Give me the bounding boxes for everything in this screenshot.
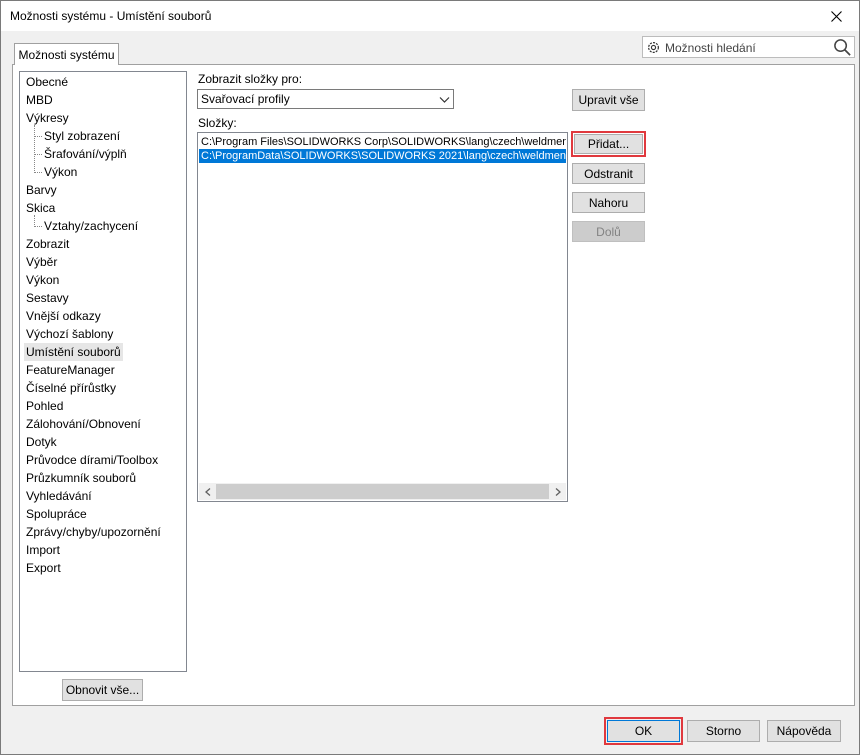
- search-input[interactable]: Možnosti hledání: [642, 36, 855, 58]
- tree-item[interactable]: Dotyk: [24, 433, 59, 451]
- chevron-down-icon: [439, 97, 450, 103]
- window-title: Možnosti systému - Umístění souborů: [10, 9, 212, 23]
- tree-item[interactable]: Zprávy/chyby/upozornění: [24, 523, 163, 541]
- tree-item[interactable]: Pohled: [24, 397, 65, 415]
- tree-item[interactable]: Vyhledávání: [24, 487, 94, 505]
- title-bar: Možnosti systému - Umístění souborů: [1, 1, 859, 31]
- tree-connector: [34, 136, 42, 137]
- close-button[interactable]: [814, 1, 859, 31]
- tree-item[interactable]: FeatureManager: [24, 361, 117, 379]
- tree-item[interactable]: Zobrazit: [24, 235, 71, 253]
- ok-button[interactable]: OK: [604, 717, 683, 745]
- move-down-button: Dolů: [572, 221, 645, 242]
- tree-subitem[interactable]: Vztahy/zachycení: [42, 217, 140, 235]
- tree-item[interactable]: Obecné: [24, 73, 70, 91]
- list-item-selected[interactable]: C:\ProgramData\SOLIDWORKS\SOLIDWORKS 202…: [199, 149, 566, 163]
- search-placeholder: Možnosti hledání: [665, 41, 756, 55]
- tree-item[interactable]: MBD: [24, 91, 55, 109]
- scroll-thumb[interactable]: [216, 484, 549, 499]
- tree-item[interactable]: Import: [24, 541, 62, 559]
- close-icon: [831, 10, 842, 22]
- folder-type-select[interactable]: Svařovací profily: [197, 89, 454, 109]
- tree-connector: [34, 172, 42, 173]
- scroll-left-button[interactable]: [199, 483, 216, 500]
- folders-label: Složky:: [198, 116, 237, 130]
- tree-item[interactable]: Export: [24, 559, 63, 577]
- add-folder-button[interactable]: Přidat...: [571, 131, 646, 157]
- show-folders-label: Zobrazit složky pro:: [198, 72, 303, 86]
- tree-item[interactable]: Výkon: [24, 271, 61, 289]
- tree-item[interactable]: Výběr: [24, 253, 59, 271]
- tree-item[interactable]: Vnější odkazy: [24, 307, 103, 325]
- tree-item[interactable]: Spolupráce: [24, 505, 89, 523]
- scroll-right-button[interactable]: [549, 483, 566, 500]
- options-tree[interactable]: Obecné MBD Výkresy Styl zobrazení Šrafování/…: [19, 71, 187, 672]
- tree-item[interactable]: Umístění souborů: [24, 343, 123, 361]
- options-dialog: Možnosti systému - Umístění souborů Možn…: [0, 0, 860, 755]
- tree-item[interactable]: Sestavy: [24, 289, 71, 307]
- tree-connector: [34, 215, 35, 225]
- horizontal-scrollbar[interactable]: [199, 483, 566, 500]
- list-item[interactable]: C:\Program Files\SOLIDWORKS Corp\SOLIDWO…: [199, 135, 566, 149]
- move-up-button[interactable]: Nahoru: [572, 192, 645, 213]
- folder-type-value: Svařovací profily: [201, 92, 290, 106]
- tree-item[interactable]: Skica: [24, 199, 57, 217]
- tree-connector: [34, 125, 35, 171]
- search-icon[interactable]: [833, 38, 852, 57]
- help-button[interactable]: Nápověda: [767, 720, 841, 742]
- cancel-button[interactable]: Storno: [687, 720, 760, 742]
- tree-item[interactable]: Barvy: [24, 181, 59, 199]
- tree-subitem[interactable]: Výkon: [42, 163, 79, 181]
- reset-all-button[interactable]: Obnovit vše...: [62, 679, 143, 701]
- tree-item[interactable]: Průzkumník souborů: [24, 469, 138, 487]
- tree-item[interactable]: Výchozí šablony: [24, 325, 115, 343]
- tree-subitem[interactable]: Styl zobrazení: [42, 127, 122, 145]
- tab-system-options[interactable]: Možnosti systému: [14, 43, 119, 65]
- tree-subitem[interactable]: Šrafování/výplň: [42, 145, 129, 163]
- tree-item[interactable]: Číselné přírůstky: [24, 379, 118, 397]
- gear-icon: [648, 42, 659, 53]
- chevron-right-icon: [555, 487, 561, 496]
- folders-list[interactable]: C:\Program Files\SOLIDWORKS Corp\SOLIDWO…: [197, 132, 568, 502]
- tree-connector: [34, 226, 42, 227]
- remove-folder-button[interactable]: Odstranit: [572, 163, 645, 184]
- edit-all-button[interactable]: Upravit vše: [572, 89, 645, 111]
- tree-item[interactable]: Průvodce dírami/Toolbox: [24, 451, 160, 469]
- tree-item[interactable]: Zálohování/Obnovení: [24, 415, 143, 433]
- chevron-left-icon: [204, 487, 210, 496]
- tree-item[interactable]: Výkresy: [24, 109, 71, 127]
- tree-connector: [34, 154, 42, 155]
